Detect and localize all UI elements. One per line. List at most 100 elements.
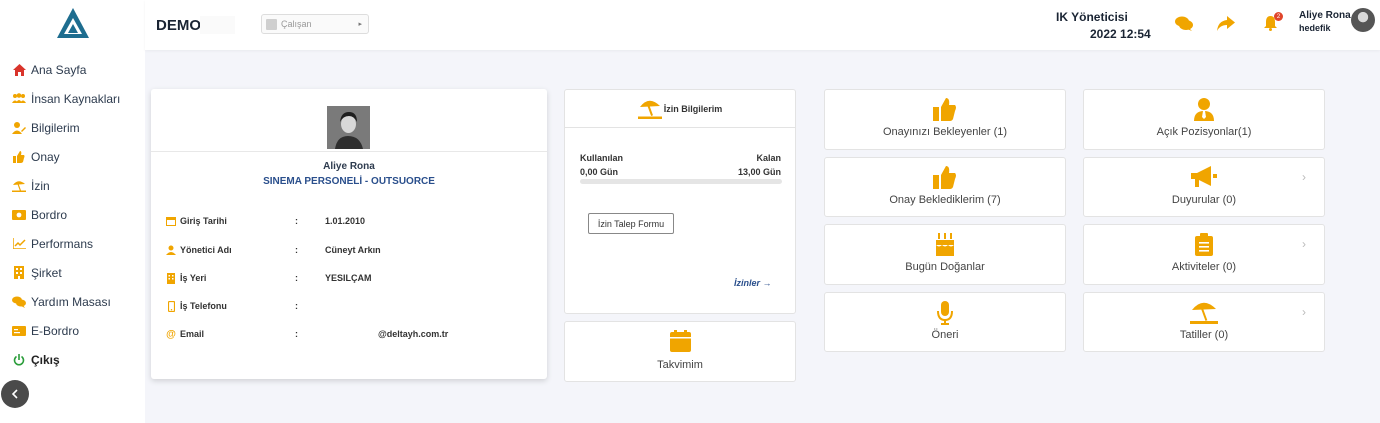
sidebar-item-label: Performans	[31, 236, 94, 251]
open-positions-tile[interactable]: Açık Pozisyonlar(1)	[1083, 89, 1325, 150]
comments-icon	[12, 295, 26, 309]
info-row-is-telefonu: İş Telefonu :	[165, 299, 535, 313]
birthdays-label: Bugün Doğanlar	[905, 261, 985, 273]
sidebar-item-yardim-masasi[interactable]: Yardım Masası	[0, 287, 145, 316]
sidebar-item-sirket[interactable]: Şirket	[0, 258, 145, 287]
share-button[interactable]	[1216, 13, 1236, 33]
profile-title: SINEMA PERSONELİ - OUTSUORCE	[263, 176, 435, 187]
arrow-right-icon: →	[762, 278, 772, 288]
share-icon	[1217, 15, 1235, 31]
admin-title: IK Yöneticisi	[1056, 10, 1128, 24]
suggestion-label: Öneri	[931, 329, 959, 341]
sidebar-item-onay[interactable]: Onay	[0, 142, 145, 171]
calendar-tile[interactable]: Takvimim	[564, 321, 796, 382]
user-tie-icon	[1084, 98, 1324, 121]
sidebar-item-bordro[interactable]: Bordro	[0, 200, 145, 229]
leave-info-card: İzin Bilgilerim Kullanılan Kalan 0,00 Gü…	[564, 89, 796, 314]
sidebar-item-label: E-Bordro	[31, 323, 80, 338]
notifications-button[interactable]: 2	[1260, 12, 1283, 33]
umbrella-beach-icon	[12, 179, 26, 193]
sidebar-item-performans[interactable]: Performans	[0, 229, 145, 258]
leaves-link-label: İzinler	[734, 278, 761, 288]
sidebar-collapse-button[interactable]	[1, 380, 29, 408]
sidebar-item-bilgilerim[interactable]: Bilgilerim	[0, 113, 145, 142]
open-positions-label: Açık Pozisyonlar(1)	[1156, 126, 1252, 138]
info-row-giris-tarihi: Giriş Tarihi : 1.01.2010	[165, 214, 535, 228]
sidebar-item-label: İnsan Kaynakları	[31, 91, 121, 106]
money-icon	[12, 208, 26, 222]
leave-request-form-button[interactable]: İzin Talep Formu	[588, 213, 674, 234]
pending-approvals-tile[interactable]: Onayınızı Bekleyenler (1)	[824, 89, 1066, 150]
sidebar-item-insan-kaynaklari[interactable]: İnsan Kaynakları	[0, 84, 145, 113]
sidebar-item-izin[interactable]: İzin	[0, 171, 145, 200]
clipboard-list-icon	[1084, 233, 1324, 256]
info-row-yonetici-adi: Yönetici Adı : Cüneyt Arkın	[165, 243, 535, 257]
sidebar-item-label: Yardım Masası	[31, 294, 111, 309]
sidebar-item-label: İzin	[31, 178, 50, 193]
sidebar-item-label: Çıkış	[31, 352, 60, 367]
info-value: @deltayh.com.tr	[378, 329, 449, 339]
activities-label: Aktiviteler (0)	[1171, 261, 1237, 273]
leave-info-title: İzin Bilgilerim	[663, 103, 723, 114]
info-row-is-yeri: İş Yeri : YESILÇAM	[165, 271, 535, 285]
sidebar-item-e-bordro[interactable]: E-Bordro	[0, 316, 145, 345]
avatar[interactable]	[1351, 8, 1375, 32]
sidebar-item-label: Onay	[31, 149, 60, 164]
info-separator: :	[295, 329, 298, 339]
chart-line-icon	[12, 237, 26, 251]
thumbs-up-icon	[825, 166, 1065, 189]
divider	[151, 151, 547, 152]
birthday-cake-icon	[825, 233, 1065, 256]
used-label: Kullanılan	[580, 153, 624, 163]
my-pending-approvals-label: Onay Beklediklerim (7)	[889, 194, 1001, 206]
profile-card: Aliye Rona SINEMA PERSONELİ - OUTSUORCE …	[151, 89, 547, 379]
info-separator: :	[295, 273, 298, 283]
admin-datetime: 2022 12:54	[1090, 27, 1151, 41]
used-value: 0,00 Gün	[580, 167, 619, 177]
remaining-label: Kalan	[756, 153, 781, 163]
announcements-label: Duyurular (0)	[1171, 194, 1237, 206]
home-icon	[12, 63, 26, 77]
brand-title: DEMO	[156, 17, 201, 34]
info-label: Email	[180, 329, 205, 339]
users-icon	[12, 92, 26, 106]
user-subtitle: hedefik	[1299, 23, 1331, 33]
my-pending-approvals-tile[interactable]: Onay Beklediklerim (7)	[824, 157, 1066, 217]
suggestion-tile[interactable]: Öneri	[824, 292, 1066, 352]
caret-right-icon: ▸	[358, 21, 362, 28]
remaining-value: 13,00 Gün	[737, 167, 781, 177]
profile-photo	[327, 106, 370, 149]
birthdays-tile[interactable]: Bugün Doğanlar	[824, 224, 1066, 285]
chevron-right-icon: ›	[1302, 305, 1306, 319]
leaves-link[interactable]: İzinler →	[734, 278, 772, 288]
microphone-icon	[825, 301, 1065, 325]
role-select[interactable]: Çalışan ▸	[261, 14, 369, 34]
info-value: Cüneyt Arkın	[325, 245, 381, 255]
bullhorn-icon	[1084, 166, 1324, 188]
brand-redaction	[200, 16, 235, 34]
calendar-label: Takvimim	[657, 359, 703, 371]
info-separator: :	[295, 245, 298, 255]
holidays-tile[interactable]: Tatiller (0) ›	[1083, 292, 1325, 352]
activities-tile[interactable]: Aktiviteler (0) ›	[1083, 224, 1325, 285]
company-logo[interactable]	[55, 6, 91, 40]
user-name: Aliye Rona	[1299, 10, 1351, 21]
user-edit-icon	[12, 121, 26, 135]
thumbs-up-icon	[12, 150, 26, 164]
sidebar-item-cikis[interactable]: Çıkış	[0, 345, 145, 374]
top-header: DEMO Çalışan ▸ IK Yöneticisi 2022 12:54 …	[145, 0, 1380, 50]
sidebar-item-label: Ana Sayfa	[31, 62, 87, 77]
at-icon: @	[166, 328, 176, 340]
info-label: İş Telefonu	[180, 301, 227, 311]
sidebar-item-ana-sayfa[interactable]: Ana Sayfa	[0, 55, 145, 84]
sidebar-item-label: Şirket	[31, 265, 62, 280]
chat-button[interactable]	[1174, 13, 1194, 33]
announcements-tile[interactable]: Duyurular (0) ›	[1083, 157, 1325, 217]
leave-progress-bar	[580, 179, 782, 184]
admin-info: IK Yöneticisi 2022 12:54	[1050, 8, 1170, 44]
power-icon	[12, 353, 26, 367]
info-value: 1.01.2010	[325, 216, 366, 226]
chevron-left-icon	[11, 389, 18, 399]
comments-icon	[1175, 16, 1193, 31]
holidays-label: Tatiller (0)	[1179, 329, 1229, 341]
